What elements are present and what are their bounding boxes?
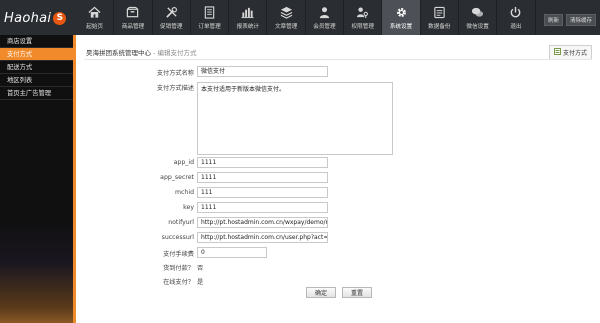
user-key-icon bbox=[356, 6, 369, 19]
document-icon bbox=[203, 6, 216, 19]
nav-item[interactable]: 退出 bbox=[497, 0, 536, 35]
notifyurl-input[interactable]: http://pt.hostadmin.com.cn/wxpay/demo/no bbox=[197, 217, 328, 228]
nav-item[interactable]: 会员管理 bbox=[306, 0, 345, 35]
power-icon bbox=[509, 6, 522, 19]
breadcrumb: 昊海拼团系统管理中心 - 编辑支付方式 bbox=[86, 47, 196, 57]
nav-item[interactable]: 促销管理 bbox=[153, 0, 191, 35]
list-icon bbox=[553, 48, 561, 57]
nav-item-label: 会员管理 bbox=[313, 24, 336, 30]
refresh-button[interactable]: 刷新 bbox=[543, 14, 563, 26]
online-value: 是 bbox=[197, 279, 204, 286]
sidebar-background bbox=[0, 222, 74, 323]
logo-text: Haohai bbox=[4, 10, 52, 26]
box-icon bbox=[126, 6, 139, 19]
key-label: key bbox=[183, 204, 194, 211]
nav-item[interactable]: 系统设置 bbox=[382, 0, 421, 35]
nav-item[interactable]: 订单管理 bbox=[191, 0, 230, 35]
nav-item-label: 权限管理 bbox=[351, 24, 374, 30]
payment-methods-button-label: 支付方式 bbox=[562, 50, 587, 57]
nav-item-label: 数据备份 bbox=[428, 24, 451, 30]
nav-item[interactable]: 商品管理 bbox=[114, 0, 153, 35]
sidebar-item[interactable]: 商店设置 bbox=[0, 35, 75, 48]
nav-item-label: 退出 bbox=[510, 24, 522, 30]
description-textarea[interactable]: 本支付适用于新版本微信支付。 bbox=[197, 82, 393, 155]
mchid-input[interactable]: 111 bbox=[197, 187, 328, 198]
successurl-label: successurl bbox=[161, 234, 194, 241]
divider bbox=[84, 59, 592, 60]
sidebar-item[interactable]: 支付方式 bbox=[0, 48, 75, 61]
top-bar: Haohai S 起始页 商品管理 促销管理 订单管理 报表统计 文章管理 会员管理 权限管理… bbox=[0, 0, 600, 35]
fee-input[interactable]: 0 bbox=[197, 247, 267, 258]
sidebar-item[interactable]: 首页主广告管理 bbox=[0, 87, 75, 100]
key-input[interactable]: 1111 bbox=[197, 202, 328, 213]
breadcrumb-main[interactable]: 昊海拼团系统管理中心 bbox=[86, 49, 151, 57]
cod-value: 否 bbox=[197, 265, 204, 272]
name-label: 支付方式名称 bbox=[156, 70, 194, 77]
nav-item[interactable]: 微信设置 bbox=[459, 0, 498, 35]
nav-item-label: 报表统计 bbox=[236, 24, 260, 30]
fee-label: 支付手续费 bbox=[163, 251, 194, 258]
app-secret-label: app_secret bbox=[160, 174, 194, 181]
mchid-label: mchid bbox=[175, 189, 194, 196]
main-nav: 起始页 商品管理 促销管理 订单管理 报表统计 文章管理 会员管理 权限管理 系统设置 数据备份 微… bbox=[76, 0, 536, 35]
nav-item-label: 微信设置 bbox=[466, 24, 489, 30]
nav-item[interactable]: 起始页 bbox=[76, 0, 115, 35]
tools-icon bbox=[165, 6, 178, 19]
nav-item-label: 文章管理 bbox=[274, 24, 298, 30]
logo-badge: S bbox=[53, 11, 67, 25]
logo[interactable]: Haohai S bbox=[4, 8, 67, 28]
bar-chart-icon bbox=[241, 6, 254, 19]
top-buttons: 刷新 清除缓存 bbox=[543, 14, 596, 26]
successurl-input[interactable]: http://pt.hostadmin.com.cn/user.php?act=… bbox=[197, 232, 328, 243]
app-secret-input[interactable]: 1111 bbox=[197, 172, 328, 183]
gear-icon bbox=[395, 6, 408, 19]
nav-item-label: 商品管理 bbox=[121, 24, 145, 30]
nav-item[interactable]: 权限管理 bbox=[344, 0, 383, 35]
app-id-input[interactable]: 1111 bbox=[197, 157, 328, 168]
sidebar-item[interactable]: 配送方式 bbox=[0, 61, 75, 74]
app-id-label: app_id bbox=[173, 159, 194, 166]
nav-item-label: 起始页 bbox=[86, 24, 104, 30]
reset-button[interactable]: 重置 bbox=[342, 287, 372, 298]
notifyurl-label: notifyurl bbox=[168, 219, 194, 226]
nav-item-label: 订单管理 bbox=[198, 24, 221, 30]
layers-icon bbox=[280, 6, 293, 19]
chat-icon bbox=[471, 6, 484, 19]
home-icon bbox=[88, 6, 101, 19]
nav-item-label: 促销管理 bbox=[160, 24, 183, 30]
cod-label: 货到付款？ bbox=[163, 265, 194, 272]
database-icon bbox=[433, 6, 446, 19]
payment-methods-button[interactable]: 支付方式 bbox=[548, 45, 592, 60]
name-input[interactable]: 微信支付 bbox=[197, 66, 328, 77]
breadcrumb-current: 编辑支付方式 bbox=[157, 49, 197, 57]
main-content: 昊海拼团系统管理中心 - 编辑支付方式 支付方式 支付方式名称 微信支付 支付方… bbox=[76, 35, 600, 323]
online-label: 在线支付？ bbox=[163, 279, 194, 286]
user-icon bbox=[318, 6, 331, 19]
sidebar-item[interactable]: 地区列表 bbox=[0, 74, 75, 87]
nav-item[interactable]: 文章管理 bbox=[267, 0, 306, 35]
nav-item[interactable]: 报表统计 bbox=[229, 0, 268, 35]
submit-button[interactable]: 确定 bbox=[306, 287, 336, 298]
nav-item-label: 系统设置 bbox=[389, 24, 413, 30]
description-label: 支付方式描述 bbox=[156, 85, 194, 92]
nav-item[interactable]: 数据备份 bbox=[421, 0, 459, 35]
clear-cache-button[interactable]: 清除缓存 bbox=[565, 14, 596, 26]
